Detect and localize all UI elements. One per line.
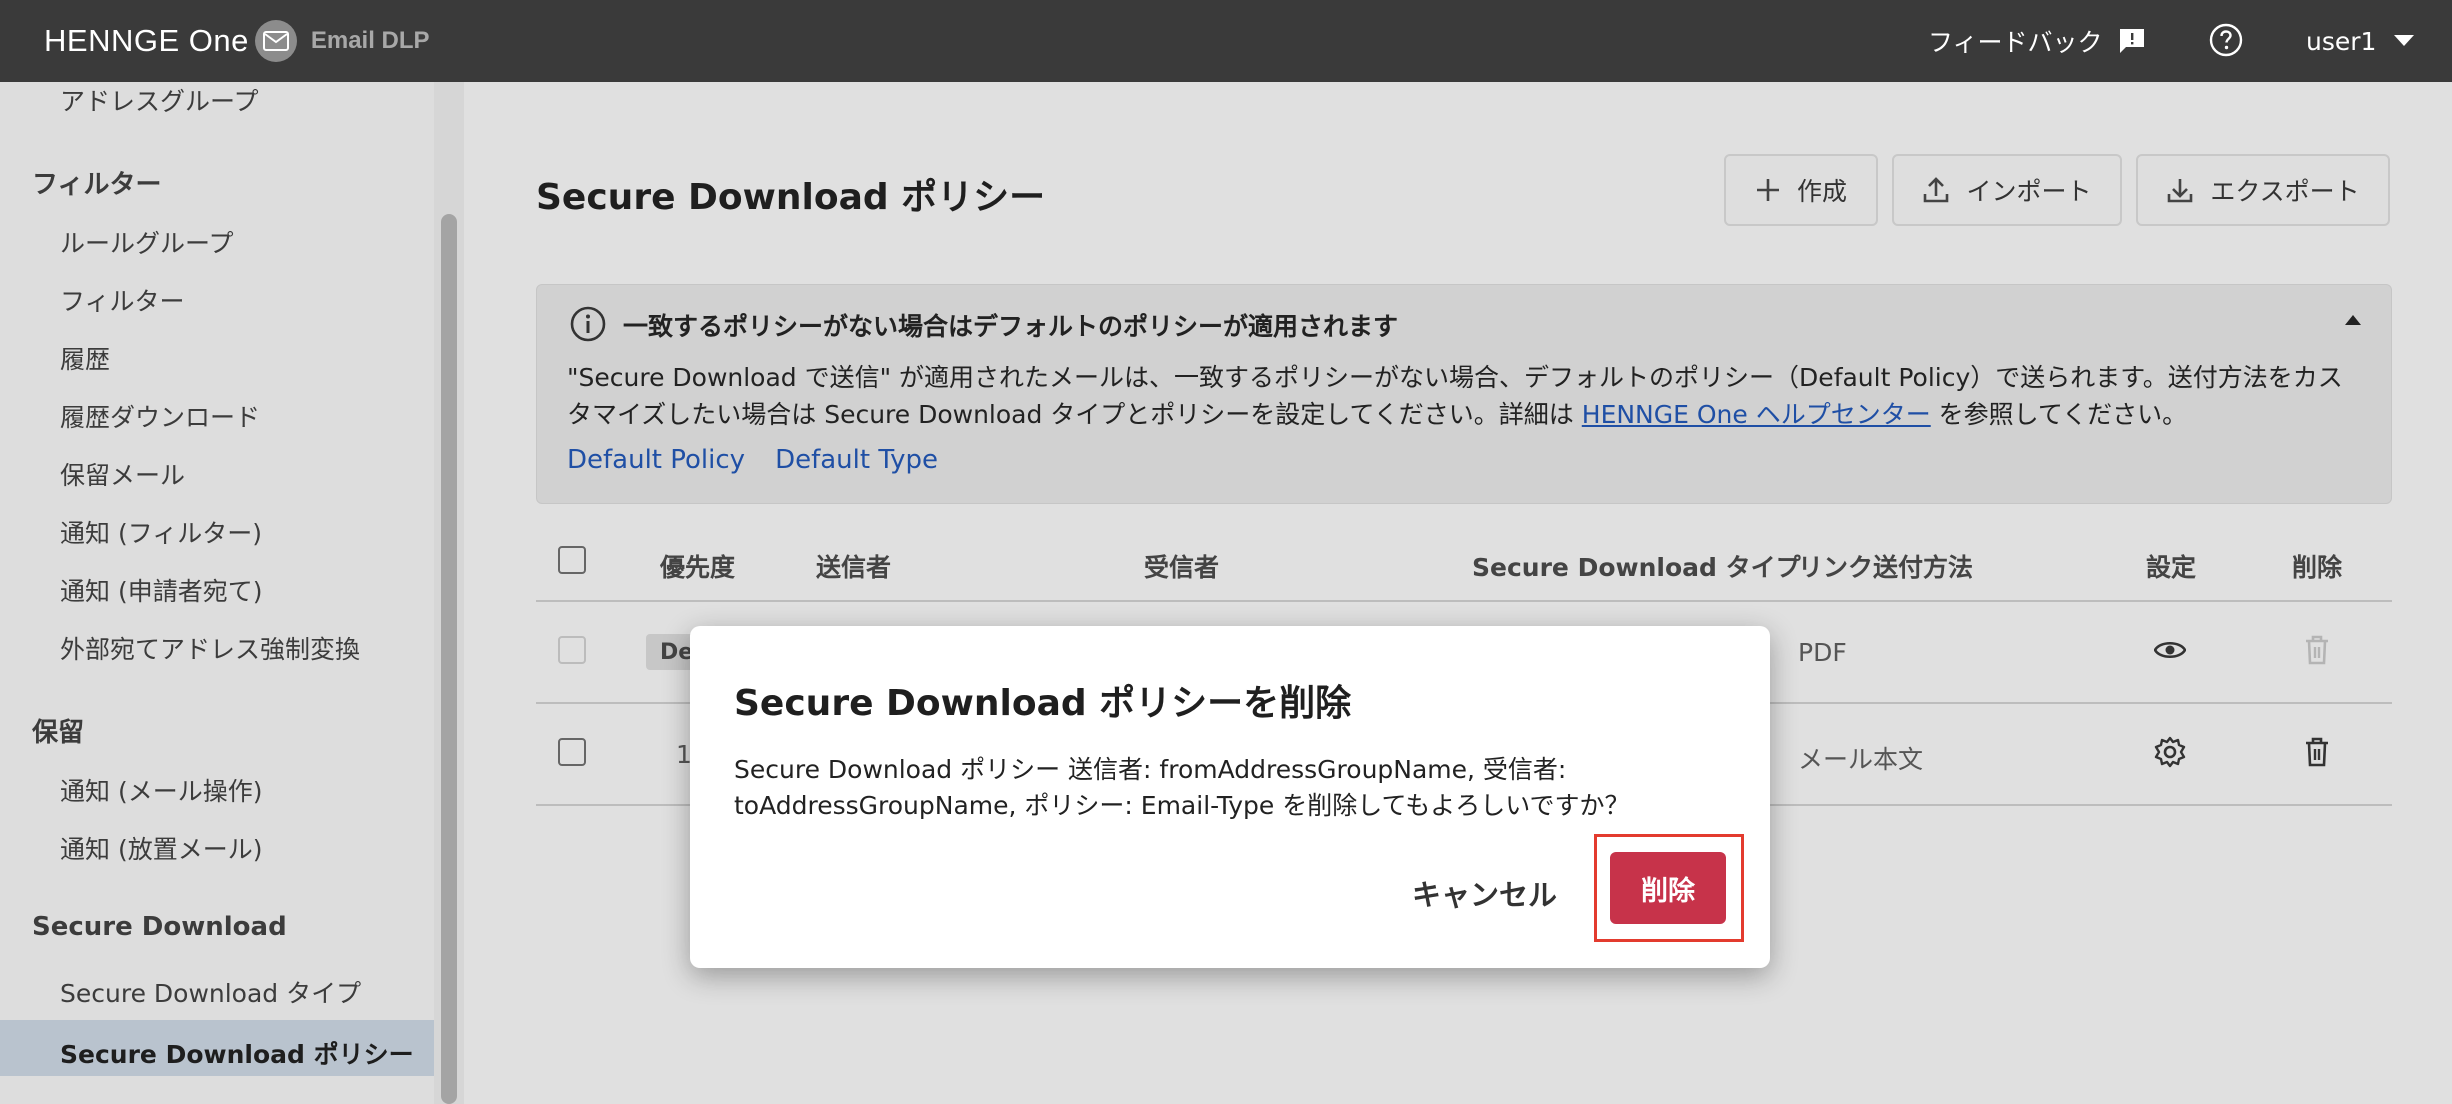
chevron-up-icon[interactable] <box>2345 315 2361 325</box>
download-icon <box>2168 179 2193 203</box>
logo-text: HENNGE One <box>44 23 249 58</box>
sidebar-item-sd-policy-label: Secure Download ポリシー <box>60 1040 414 1069</box>
help-icon[interactable] <box>2208 22 2244 58</box>
user-name: user1 <box>2306 26 2377 56</box>
column-header-link-method[interactable]: リンク送付方法 <box>1798 548 1973 584</box>
page-title: Secure Download ポリシー <box>536 177 1046 218</box>
sidebar-item-notify-mail-action[interactable]: 通知 (メール操作) <box>60 772 262 808</box>
import-button[interactable]: インポート <box>1892 154 2122 226</box>
create-label: 作成 <box>1796 177 1847 206</box>
eye-icon[interactable] <box>2154 636 2186 664</box>
column-header-sender[interactable]: 送信者 <box>816 548 891 584</box>
export-label: エクスポート <box>2210 177 2360 206</box>
sidebar: アドレスグループ フィルター ルールグループ フィルター 履歴 履歴ダウンロード… <box>0 82 434 1104</box>
column-header-sd-type[interactable]: Secure Download タイプ <box>1472 548 1801 584</box>
feedback-button[interactable]: フィードバック <box>1928 22 2147 60</box>
trash-icon[interactable] <box>2302 736 2332 768</box>
default-type-link[interactable]: Default Type <box>775 445 938 475</box>
gear-icon[interactable] <box>2154 736 2186 768</box>
sidebar-item-held-mail[interactable]: 保留メール <box>60 456 185 492</box>
delete-button[interactable]: 削除 <box>1610 852 1726 924</box>
feedback-label: フィードバック <box>1928 28 2103 57</box>
sidebar-item-address-group[interactable]: アドレスグループ <box>60 82 259 118</box>
feedback-icon <box>2119 29 2144 53</box>
column-header-priority[interactable]: 優先度 <box>660 548 735 584</box>
row-checkbox <box>558 636 586 664</box>
create-button[interactable]: 作成 <box>1724 154 1878 226</box>
info-banner: 一致するポリシーがない場合はデフォルトのポリシーが適用されます "Secure … <box>536 284 2392 504</box>
sidebar-item-rule-group[interactable]: ルールグループ <box>60 224 234 260</box>
dialog-title: Secure Download ポリシーを削除 <box>734 683 1352 724</box>
info-icon <box>570 306 606 342</box>
column-header-settings: 設定 <box>2146 553 2197 582</box>
sidebar-item-history[interactable]: 履歴 <box>60 340 110 376</box>
sidebar-section-hold: 保留 <box>32 718 85 748</box>
product-name: Email DLP <box>310 27 430 54</box>
help-center-link[interactable]: HENNGE One ヘルプセンター <box>1582 400 1931 429</box>
dialog-message: Secure Download ポリシー 送信者: fromAddressGro… <box>734 755 1630 820</box>
info-body-tail: を参照してください。 <box>1930 400 2188 429</box>
info-title: 一致するポリシーがない場合はデフォルトのポリシーが適用されます <box>623 312 1399 341</box>
delete-confirmation-dialog: Secure Download ポリシーを削除 Secure Download … <box>690 626 1770 968</box>
plus-icon <box>1756 179 1779 201</box>
sidebar-section-filter: フィルター <box>32 170 162 200</box>
trash-icon-disabled <box>2306 635 2328 665</box>
export-button[interactable]: エクスポート <box>2136 154 2390 226</box>
import-label: インポート <box>1966 177 2092 206</box>
sidebar-item-sd-type[interactable]: Secure Download タイプ <box>60 974 361 1010</box>
column-header-recipient[interactable]: 受信者 <box>1144 548 1219 584</box>
sidebar-section-secure-download: Secure Download <box>32 912 287 942</box>
sidebar-item-notify-left-mail[interactable]: 通知 (放置メール) <box>60 830 262 866</box>
sidebar-item-filter[interactable]: フィルター <box>60 282 185 318</box>
upload-icon <box>1924 177 1949 203</box>
sidebar-item-notify-filter[interactable]: 通知 (フィルター) <box>60 514 262 550</box>
sidebar-item-external-address[interactable]: 外部宛てアドレス強制変換 <box>60 630 360 666</box>
sidebar-item-history-download[interactable]: 履歴ダウンロード <box>60 398 260 434</box>
sidebar-scroll-thumb[interactable] <box>441 214 457 1104</box>
default-policy-link[interactable]: Default Policy <box>567 445 745 475</box>
info-actions: Default Policy Default Type <box>567 445 938 475</box>
row-link-method: PDF <box>1798 638 1847 667</box>
select-all-checkbox[interactable] <box>558 546 586 574</box>
column-header-delete: 削除 <box>2292 553 2343 582</box>
table-header-divider <box>536 600 2392 602</box>
mail-icon <box>254 20 297 62</box>
logo[interactable]: HENNGE One Email DLP <box>44 18 430 64</box>
row-checkbox[interactable] <box>558 738 586 766</box>
top-bar: HENNGE One Email DLP フィードバック user1 <box>0 0 2452 82</box>
row-link-method: メール本文 <box>1798 745 1924 774</box>
info-body: "Secure Download で送信" が適用されたメールは、一致するポリシ… <box>567 359 2367 433</box>
cancel-button[interactable]: キャンセル <box>1412 866 1557 920</box>
user-menu[interactable]: user1 <box>2306 22 2415 60</box>
sidebar-item-notify-applicant[interactable]: 通知 (申請者宛て) <box>60 572 262 608</box>
chevron-down-icon <box>2394 35 2415 46</box>
